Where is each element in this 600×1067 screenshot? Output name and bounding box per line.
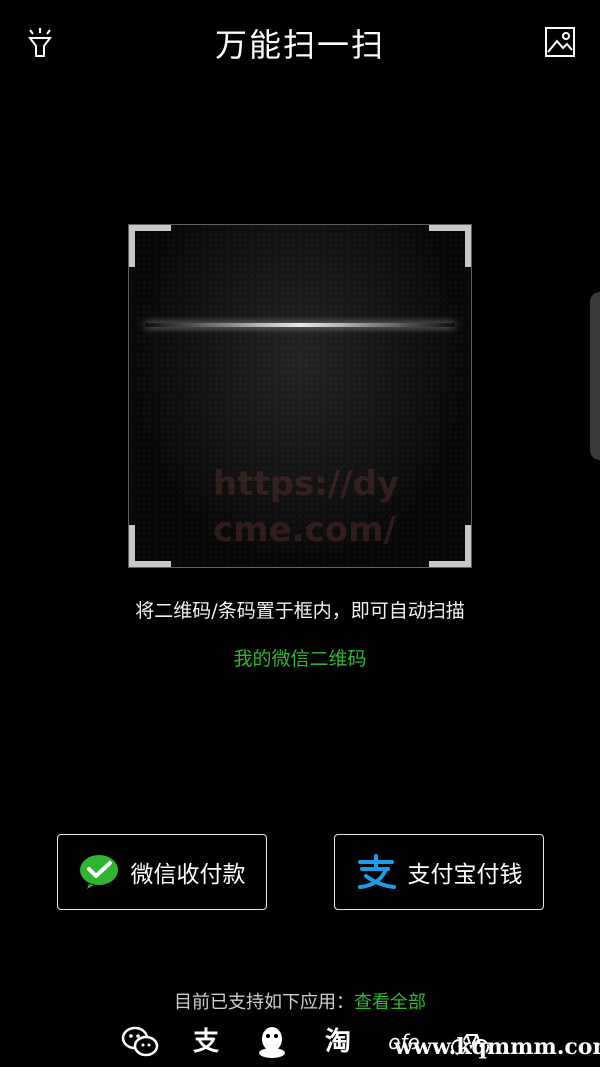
viewfinder-corner-top-right [429,225,471,267]
alipay-app-icon[interactable]: 支 [186,1025,226,1059]
view-all-link[interactable]: 查看全部 [354,992,426,1013]
page-title: 万能扫一扫 [214,26,385,64]
wechat-pay-icon [79,855,118,889]
viewfinder-corner-top-left [129,225,171,267]
viewfinder-corner-bottom-right [429,525,471,567]
scan-hint: 将二维码/条码置于框内，即可自动扫描 [135,600,465,622]
taobao-icon[interactable]: 淘 [318,1025,358,1059]
alipay-pay-button[interactable]: 支付宝付钱 [334,834,544,910]
scan-viewfinder: https://dy cme.com/ [128,224,472,568]
site-watermark: www.kqmmm.com [394,1034,600,1060]
qq-icon[interactable] [252,1025,292,1059]
wechat-pay-button[interactable]: 微信收付款 [57,834,267,910]
my-wechat-qr-link[interactable]: 我的微信二维码 [0,644,600,671]
supported-apps-prefix: 目前已支持如下应用： [174,992,354,1013]
top-bar: 万能扫一扫 [0,0,600,84]
supported-apps-text: 目前已支持如下应用：查看全部 [0,988,600,1014]
scan-line [145,323,455,327]
gallery-icon [545,27,575,57]
wechat-pay-label: 微信收付款 [130,862,246,888]
watermark-text: https://dy cme.com/ [213,464,400,550]
viewfinder-corner-bottom-left [129,525,171,567]
alipay-app-glyph: 支 [192,1027,219,1057]
edge-panel-handle[interactable] [590,292,600,460]
gallery-button[interactable] [540,22,580,62]
alipay-pay-label: 支付宝付钱 [407,862,523,888]
taobao-app-glyph: 淘 [324,1027,351,1057]
wechat-icon[interactable] [120,1025,160,1059]
alipay-icon [357,854,396,889]
